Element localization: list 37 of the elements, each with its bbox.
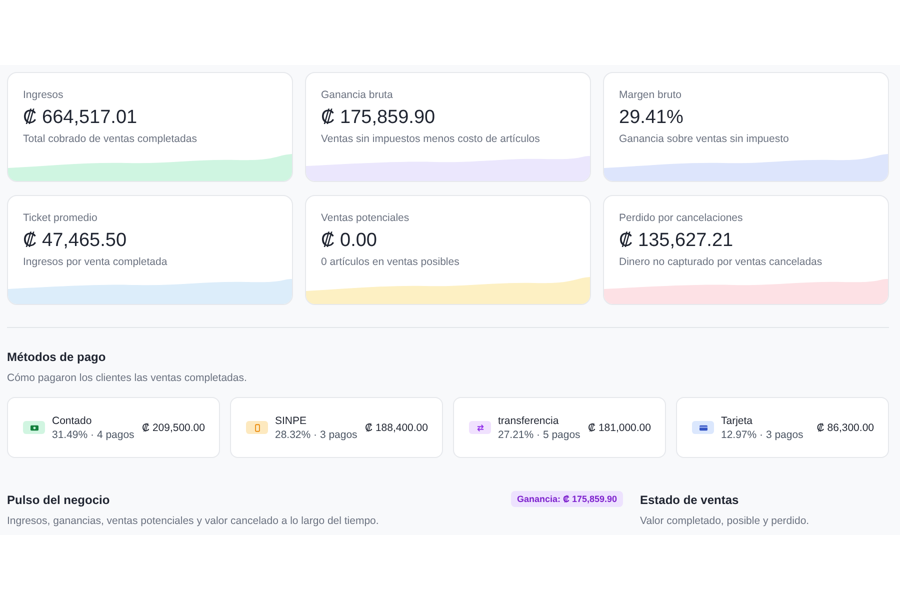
kpi-label: Margen bruto (619, 88, 682, 102)
kpi-caption: Total cobrado de ventas completadas (23, 132, 197, 146)
payment-method-amount: ₡ 209,500.00 (142, 420, 205, 434)
payment-method-share: 12.97% · 3 pagos (721, 428, 804, 442)
kpi-label: Ventas potenciales (321, 211, 410, 225)
payment-method-share: 28.32% · 3 pagos (275, 428, 358, 442)
section-subtitle: Valor completado, posible y perdido. (640, 514, 810, 528)
payment-method-amount: ₡ 188,400.00 (364, 420, 428, 434)
section-subtitle: Ingresos, ganancias, ventas potenciales y valor cancelado a lo largo del tiempo. (7, 514, 379, 528)
kpi-value: ₡ 175,859.90 (321, 106, 436, 130)
kpi-caption: 0 artículos en ventas posibles (321, 255, 460, 269)
kpi-value: ₡ 135,627.21 (619, 229, 734, 253)
kpi-label: Ticket promedio (23, 211, 98, 225)
kpi-caption: Ganancia sobre ventas sin impuesto (619, 132, 789, 146)
kpi-label: Perdido por cancelaciones (619, 211, 743, 225)
kpi-caption: Dinero no capturado por ventas canceladas (619, 255, 822, 269)
kpi-value: ₡ 664,517.01 (23, 106, 138, 130)
kpi-value: 29.41% (619, 106, 684, 130)
section-subtitle: Cómo pagaron los clientes las ventas completadas. (7, 371, 247, 385)
payment-method-name: transferencia (498, 414, 559, 428)
kpi-value: ₡ 0.00 (321, 229, 377, 253)
section-title: Pulso del negocio (7, 492, 110, 508)
profit-badge: Ganancia: ₡ 175,859.90 (510, 491, 623, 507)
payment-method-share: 31.49% · 4 pagos (52, 428, 134, 442)
payment-method-amount: ₡ 86,300.00 (816, 420, 874, 434)
kpi-label: Ganancia bruta (321, 88, 393, 102)
kpi-label: Ingresos (23, 88, 64, 102)
section-title: Métodos de pago (7, 349, 106, 365)
payment-method-name: SINPE (275, 414, 307, 428)
section-title: Estado de ventas (640, 492, 739, 508)
kpi-caption: Ventas sin impuestos menos costo de artículos (321, 132, 540, 146)
payment-method-share: 27.21% · 5 pagos (498, 428, 580, 442)
payment-method-name: Tarjeta (721, 414, 753, 428)
payment-method-amount: ₡ 181,000.00 (588, 420, 651, 434)
kpi-caption: Ingresos por venta completada (23, 255, 168, 269)
kpi-value: ₡ 47,465.50 (23, 229, 127, 253)
payment-method-name: Contado (52, 414, 92, 428)
